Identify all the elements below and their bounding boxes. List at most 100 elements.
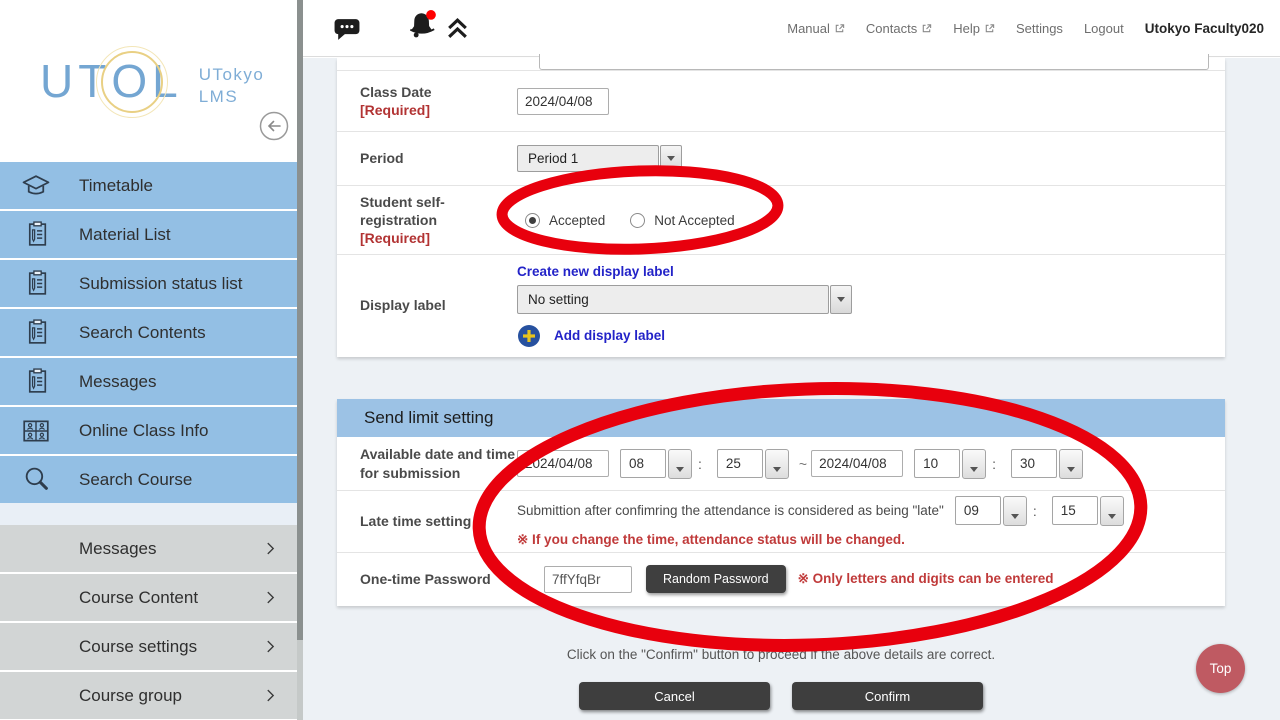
collapse-up-icon[interactable]	[444, 15, 471, 47]
late-minute-input[interactable]	[1052, 496, 1098, 525]
topbar-links: Manual Contacts Help Settings Logout Uto…	[787, 0, 1264, 57]
dropdown-arrow-icon[interactable]	[830, 285, 852, 314]
logo-title: UTOL	[40, 58, 183, 104]
contacts-link[interactable]: Contacts	[866, 21, 932, 36]
sidebar-item-online-class-info[interactable]: Online Class Info	[0, 407, 297, 454]
start-hour-input[interactable]	[620, 449, 666, 478]
display-label-label: Display label	[337, 296, 517, 314]
display-label-row: Display label Create new display label N…	[337, 255, 1225, 356]
end-minute-input[interactable]	[1011, 449, 1057, 478]
self-registration-row: Student self-registration [Required] Acc…	[337, 186, 1225, 255]
clipboard-icon	[19, 367, 53, 396]
add-plus-icon[interactable]	[517, 324, 541, 348]
radio-not-accepted[interactable]	[630, 213, 645, 228]
manual-link[interactable]: Manual	[787, 21, 845, 36]
class-date-row: Class Date [Required]	[337, 71, 1225, 132]
start-minute-input[interactable]	[717, 449, 763, 478]
create-display-label-link[interactable]: Create new display label	[517, 264, 674, 279]
add-display-label-row: Add display label	[517, 324, 665, 348]
external-link-icon	[984, 23, 995, 34]
sidebar-item-course-settings[interactable]: Course settings	[0, 623, 297, 670]
truncated-row	[337, 58, 1225, 71]
online-class-icon	[19, 418, 53, 444]
cancel-button[interactable]: Cancel	[579, 682, 770, 710]
end-hour-input[interactable]	[914, 449, 960, 478]
late-hour-input[interactable]	[955, 496, 1001, 525]
sidebar-item-search-course[interactable]: Search Course	[0, 456, 297, 503]
one-time-password-row: One-time Password Random Password ※ Only…	[337, 553, 1225, 605]
one-time-password-label: One-time Password	[337, 570, 517, 588]
clipboard-icon	[19, 318, 53, 347]
send-limit-panel: Send limit setting Available date and ti…	[337, 399, 1225, 606]
late-hour-spinner	[955, 496, 1027, 526]
sidebar-item-timetable[interactable]: Timetable	[0, 162, 297, 209]
dropdown-arrow-icon[interactable]	[660, 145, 682, 172]
display-label-select[interactable]: No setting	[517, 285, 852, 314]
truncated-input[interactable]	[539, 54, 1209, 70]
end-minute-spinner	[1011, 449, 1083, 479]
logout-link[interactable]: Logout	[1084, 21, 1124, 36]
sidebar-item-search-contents[interactable]: Search Contents	[0, 309, 297, 356]
confirm-button[interactable]: Confirm	[792, 682, 983, 710]
late-time-warning: ※ If you change the time, attendance sta…	[517, 532, 1124, 548]
available-datetime-row: Available date and time for submission :	[337, 437, 1225, 491]
late-time-description: Submittion after confimring the attendan…	[517, 503, 944, 518]
graduation-cap-icon	[19, 172, 53, 199]
utol-lms-screen: UTOL UTokyo LMS Timetable	[0, 0, 1280, 720]
start-date-input[interactable]	[517, 450, 609, 477]
notification-bell-icon[interactable]	[404, 8, 440, 49]
scroll-to-top-button[interactable]: Top	[1196, 644, 1245, 693]
content-area: Class Date [Required] Period Period 1	[303, 58, 1280, 720]
end-date-input[interactable]	[811, 450, 903, 477]
spinner-arrow-icon[interactable]	[668, 449, 692, 479]
chevron-right-icon	[266, 590, 275, 605]
clipboard-icon	[19, 220, 53, 249]
sidebar-item-submission-status-list[interactable]: Submission status list	[0, 260, 297, 307]
sidebar-item-messages-group[interactable]: Messages	[0, 525, 297, 572]
logo-subtitle: UTokyo LMS	[199, 64, 265, 108]
spinner-arrow-icon[interactable]	[1059, 449, 1083, 479]
sidebar-item-messages[interactable]: Messages	[0, 358, 297, 405]
start-hour-spinner	[620, 449, 692, 479]
clipboard-icon	[19, 269, 53, 298]
logo-area: UTOL UTokyo LMS	[0, 0, 297, 162]
sidebar-collapse-button[interactable]	[259, 111, 289, 141]
sidebar-item-course-group[interactable]: Course group	[0, 672, 297, 719]
external-link-icon	[921, 23, 932, 34]
one-time-password-input[interactable]	[544, 566, 632, 593]
available-datetime-label: Available date and time for submission	[337, 445, 517, 481]
end-hour-spinner	[914, 449, 986, 479]
chevron-right-icon	[266, 639, 275, 654]
settings-link[interactable]: Settings	[1016, 21, 1063, 36]
external-link-icon	[834, 23, 845, 34]
self-registration-options: Accepted Not Accepted	[525, 213, 735, 228]
search-icon	[19, 465, 53, 494]
spinner-arrow-icon[interactable]	[1003, 496, 1027, 526]
class-settings-panel: Class Date [Required] Period Period 1	[337, 58, 1225, 357]
period-row: Period Period 1	[337, 132, 1225, 186]
class-date-input[interactable]	[517, 88, 609, 115]
main-area: Manual Contacts Help Settings Logout Uto…	[303, 0, 1280, 720]
spinner-arrow-icon[interactable]	[1100, 496, 1124, 526]
send-limit-header: Send limit setting	[337, 399, 1225, 437]
chat-icon[interactable]	[333, 16, 361, 48]
add-display-label-link[interactable]: Add display label	[554, 328, 665, 343]
logo-o-ring: O	[111, 58, 152, 104]
self-registration-label: Student self-registration [Required]	[337, 193, 517, 248]
topbar: Manual Contacts Help Settings Logout Uto…	[303, 0, 1280, 57]
sidebar-item-course-content[interactable]: Course Content	[0, 574, 297, 621]
sidebar-item-material-list[interactable]: Material List	[0, 211, 297, 258]
period-select[interactable]: Period 1	[517, 145, 682, 172]
late-time-row: Late time setting Submittion after confi…	[337, 491, 1225, 553]
sidebar: UTOL UTokyo LMS Timetable	[0, 0, 297, 720]
required-badge: [Required]	[360, 101, 517, 119]
utol-logo: UTOL UTokyo LMS	[40, 58, 264, 108]
start-minute-spinner	[717, 449, 789, 479]
help-link[interactable]: Help	[953, 21, 995, 36]
sidebar-section-divider	[0, 503, 297, 525]
class-date-label: Class Date [Required]	[337, 83, 517, 119]
spinner-arrow-icon[interactable]	[962, 449, 986, 479]
spinner-arrow-icon[interactable]	[765, 449, 789, 479]
random-password-button[interactable]: Random Password	[646, 565, 786, 593]
radio-accepted[interactable]	[525, 213, 540, 228]
